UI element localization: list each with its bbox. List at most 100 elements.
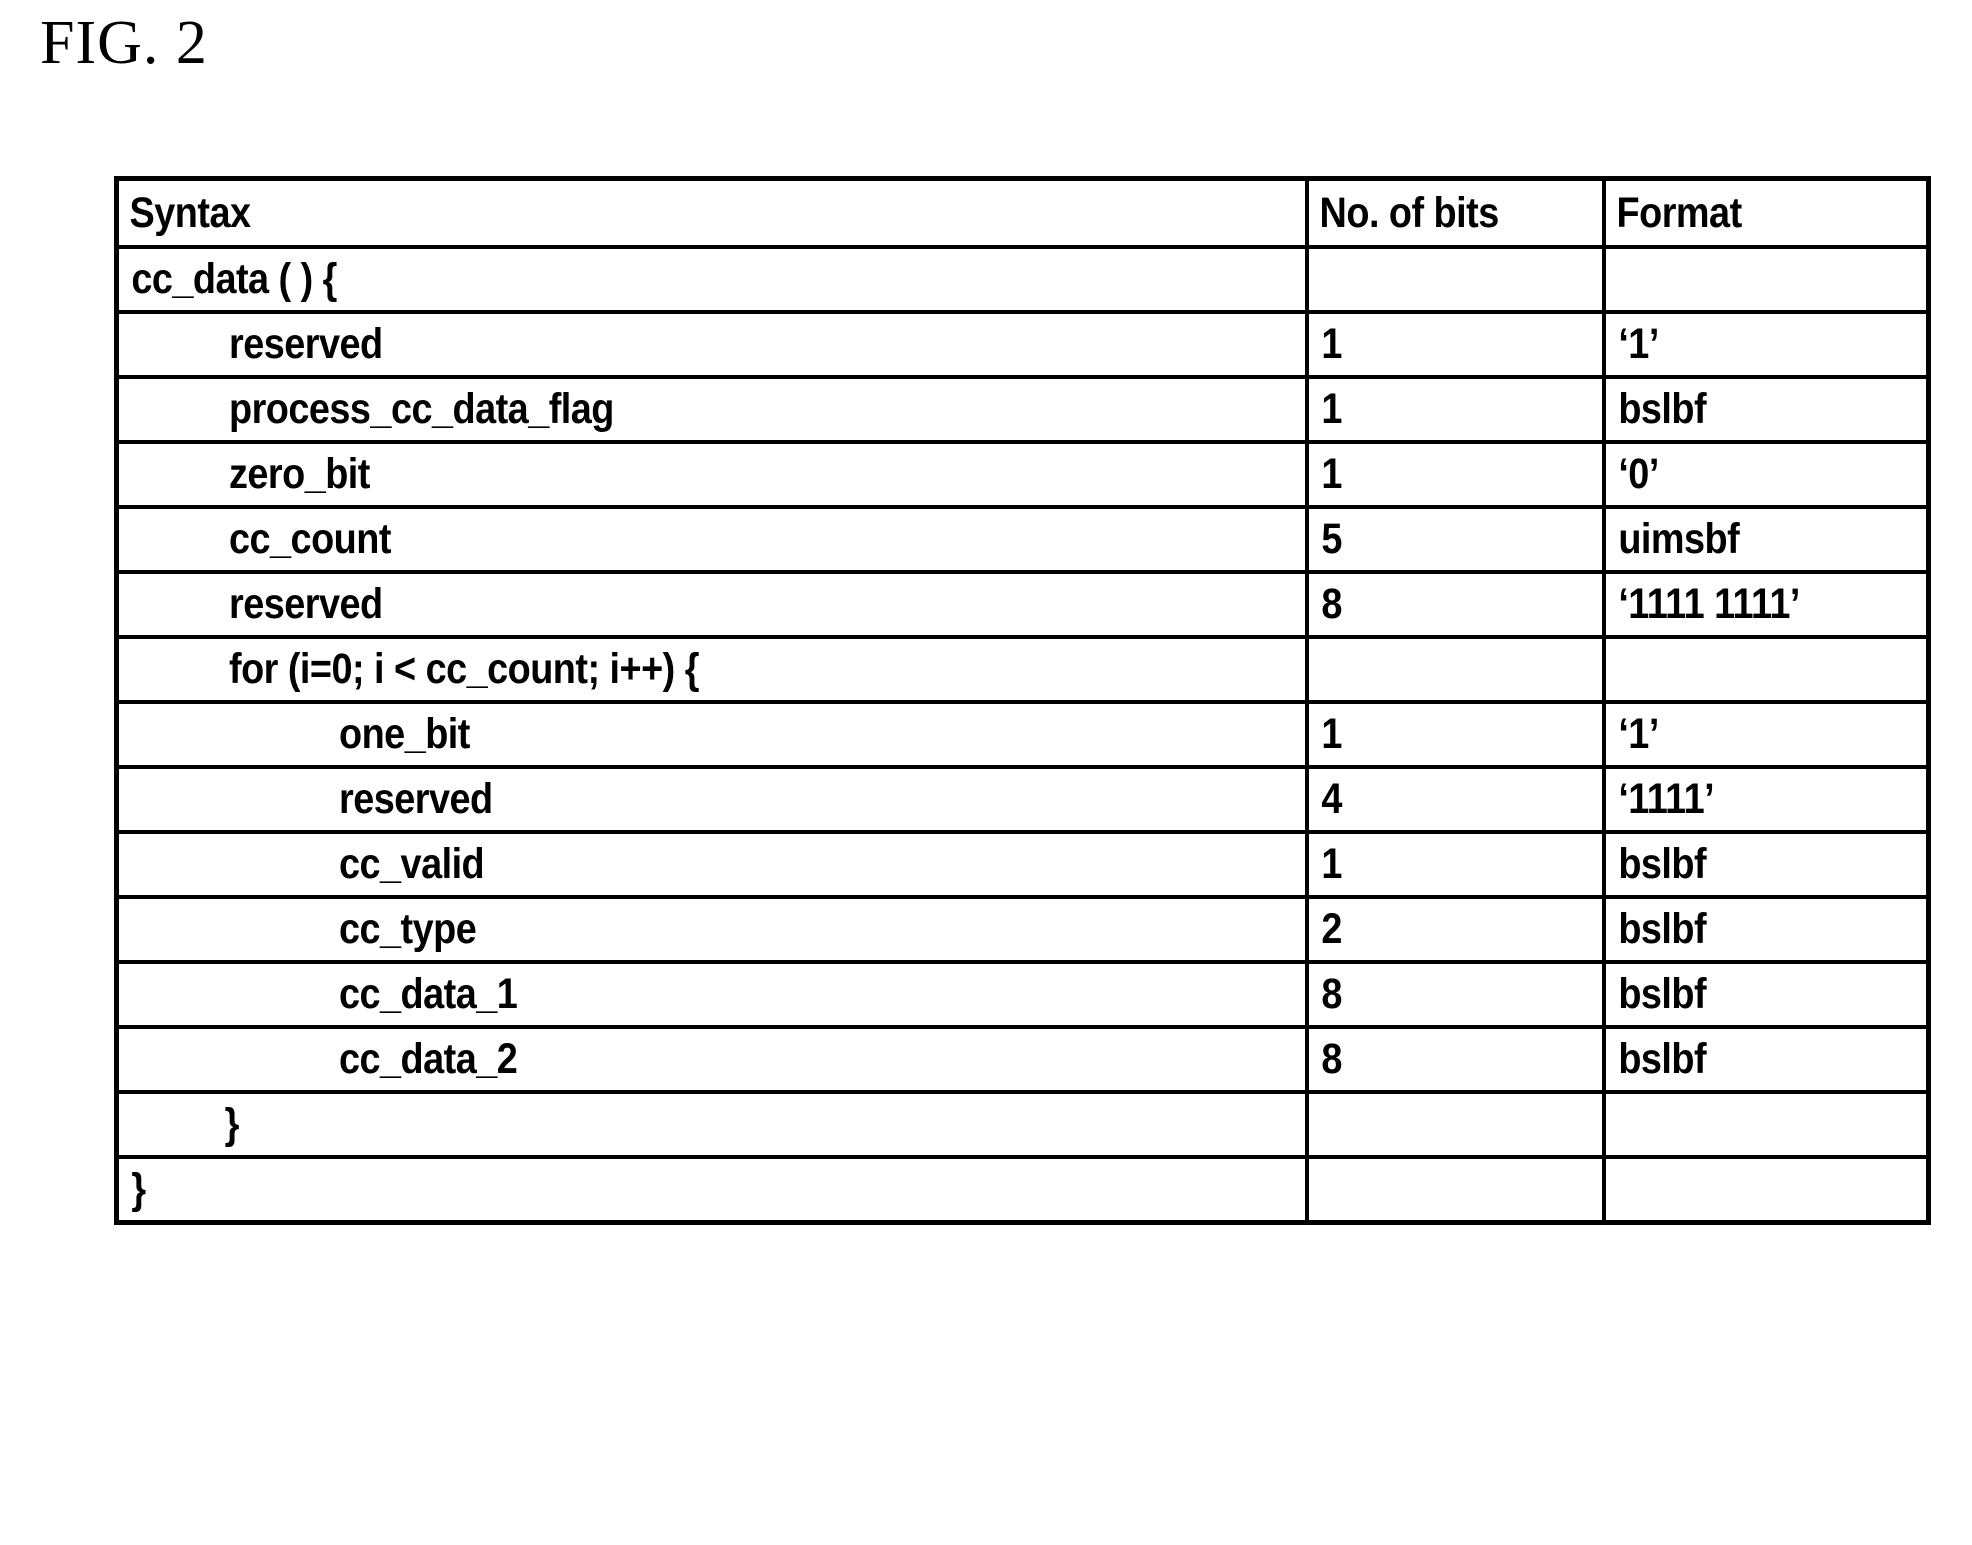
cell-syntax: cc_data_2 <box>114 1025 1309 1094</box>
column-header-no-of-bits: No. of bits <box>1304 176 1606 249</box>
cell-syntax-text: } <box>224 1100 240 1148</box>
cell-no-of-bits-text: 8 <box>1320 580 1342 628</box>
cell-format-text: bslbf <box>1617 840 1706 888</box>
cell-no-of-bits <box>1304 635 1606 704</box>
cell-syntax-text: reserved <box>339 775 493 823</box>
cell-format: uimsbf <box>1601 505 1931 574</box>
cell-syntax: } <box>114 1090 1309 1159</box>
cell-no-of-bits-text: 2 <box>1320 905 1342 953</box>
cell-syntax-text: cc_count <box>229 515 391 563</box>
cell-no-of-bits-text: 8 <box>1320 1035 1342 1083</box>
table-row: } <box>114 1090 1931 1159</box>
cell-no-of-bits-text: 1 <box>1320 450 1342 498</box>
cell-no-of-bits-text: 8 <box>1320 970 1342 1018</box>
column-header-format-label: Format <box>1616 188 1742 237</box>
cell-syntax: cc_count <box>114 505 1309 574</box>
cell-format-text: bslbf <box>1617 905 1706 953</box>
cell-syntax-text: cc_data ( ) { <box>131 255 337 303</box>
cell-no-of-bits-text: 1 <box>1320 710 1342 758</box>
cell-format-text: ‘1111 1111’ <box>1617 580 1800 628</box>
cell-format <box>1601 245 1931 314</box>
cell-syntax: zero_bit <box>114 440 1309 509</box>
cell-no-of-bits: 1 <box>1304 440 1606 509</box>
cell-no-of-bits: 4 <box>1304 765 1606 834</box>
table-body: cc_data ( ) { reserved 1 ‘1’ process_cc_data… <box>114 245 1931 1225</box>
cell-format <box>1601 1090 1931 1159</box>
cell-no-of-bits-text: 4 <box>1320 775 1342 823</box>
cell-syntax-text: cc_data_1 <box>339 970 518 1018</box>
cell-syntax-text: cc_valid <box>339 840 485 888</box>
cell-syntax: cc_valid <box>114 830 1309 899</box>
cell-format: ‘1111 1111’ <box>1601 570 1931 639</box>
cell-format-text: bslbf <box>1617 385 1706 433</box>
table-row: cc_data ( ) { <box>114 245 1931 314</box>
cell-format: ‘1’ <box>1601 310 1931 379</box>
cell-format: ‘0’ <box>1601 440 1931 509</box>
table-header: Syntax No. of bits Format <box>114 176 1931 249</box>
cell-syntax: one_bit <box>114 700 1309 769</box>
cell-no-of-bits: 2 <box>1304 895 1606 964</box>
cell-no-of-bits-text: 1 <box>1320 840 1342 888</box>
cell-format-text: ‘1’ <box>1617 320 1659 368</box>
cell-syntax: } <box>114 1155 1309 1225</box>
cell-syntax-text: zero_bit <box>229 450 370 498</box>
table-row: cc_valid 1 bslbf <box>114 830 1931 899</box>
cell-no-of-bits: 1 <box>1304 375 1606 444</box>
cell-format-text: ‘0’ <box>1617 450 1659 498</box>
table-row: cc_data_1 8 bslbf <box>114 960 1931 1029</box>
table-row: reserved 8 ‘1111 1111’ <box>114 570 1931 639</box>
cell-syntax: cc_type <box>114 895 1309 964</box>
cell-syntax-text: one_bit <box>339 710 470 758</box>
cell-syntax: reserved <box>114 765 1309 834</box>
cell-no-of-bits-text: 1 <box>1320 385 1342 433</box>
cell-no-of-bits <box>1304 1155 1606 1225</box>
cell-no-of-bits: 8 <box>1304 570 1606 639</box>
column-header-syntax: Syntax <box>114 176 1309 249</box>
cell-syntax: cc_data_1 <box>114 960 1309 1029</box>
cell-no-of-bits: 5 <box>1304 505 1606 574</box>
cell-format: ‘1111’ <box>1601 765 1931 834</box>
cell-format: bslbf <box>1601 375 1931 444</box>
figure-title: FIG. 2 <box>40 9 208 77</box>
cell-syntax: process_cc_data_flag <box>114 375 1309 444</box>
cell-syntax: for (i=0; i < cc_count; i++) { <box>114 635 1309 704</box>
cell-format-text: bslbf <box>1617 970 1706 1018</box>
cell-syntax-text: for (i=0; i < cc_count; i++) { <box>229 645 699 693</box>
cell-format: bslbf <box>1601 960 1931 1029</box>
cell-format-text: ‘1’ <box>1617 710 1659 758</box>
cell-format-text: bslbf <box>1617 1035 1706 1083</box>
cell-format: ‘1’ <box>1601 700 1931 769</box>
cell-syntax: reserved <box>114 570 1309 639</box>
table-row: cc_type 2 bslbf <box>114 895 1931 964</box>
table-row: } <box>114 1155 1931 1225</box>
cell-no-of-bits <box>1304 1090 1606 1159</box>
cell-no-of-bits-text: 5 <box>1320 515 1342 563</box>
cell-syntax-text: reserved <box>229 320 383 368</box>
cell-format <box>1601 1155 1931 1225</box>
table-row: reserved 1 ‘1’ <box>114 310 1931 379</box>
cell-format: bslbf <box>1601 895 1931 964</box>
cell-syntax: reserved <box>114 310 1309 379</box>
table-row: cc_data_2 8 bslbf <box>114 1025 1931 1094</box>
table-row: cc_count 5 uimsbf <box>114 505 1931 574</box>
cell-format-text: ‘1111’ <box>1617 775 1714 823</box>
cell-no-of-bits: 8 <box>1304 960 1606 1029</box>
cell-syntax-text: process_cc_data_flag <box>229 385 614 433</box>
cell-syntax: cc_data ( ) { <box>114 245 1309 314</box>
table-row: one_bit 1 ‘1’ <box>114 700 1931 769</box>
table-row: for (i=0; i < cc_count; i++) { <box>114 635 1931 704</box>
column-header-syntax-label: Syntax <box>129 188 251 237</box>
cell-no-of-bits <box>1304 245 1606 314</box>
cell-no-of-bits-text: 1 <box>1320 320 1342 368</box>
cell-no-of-bits: 1 <box>1304 830 1606 899</box>
table-row: reserved 4 ‘1111’ <box>114 765 1931 834</box>
table-row: zero_bit 1 ‘0’ <box>114 440 1931 509</box>
cell-no-of-bits: 1 <box>1304 700 1606 769</box>
cell-syntax-text: cc_data_2 <box>339 1035 518 1083</box>
cell-syntax-text: } <box>131 1165 146 1213</box>
column-header-format: Format <box>1601 176 1931 249</box>
syntax-table-container: Syntax No. of bits Format cc_data ( ) { r… <box>114 176 1931 1225</box>
cell-no-of-bits: 8 <box>1304 1025 1606 1094</box>
table-row: process_cc_data_flag 1 bslbf <box>114 375 1931 444</box>
table-header-row: Syntax No. of bits Format <box>114 176 1931 249</box>
